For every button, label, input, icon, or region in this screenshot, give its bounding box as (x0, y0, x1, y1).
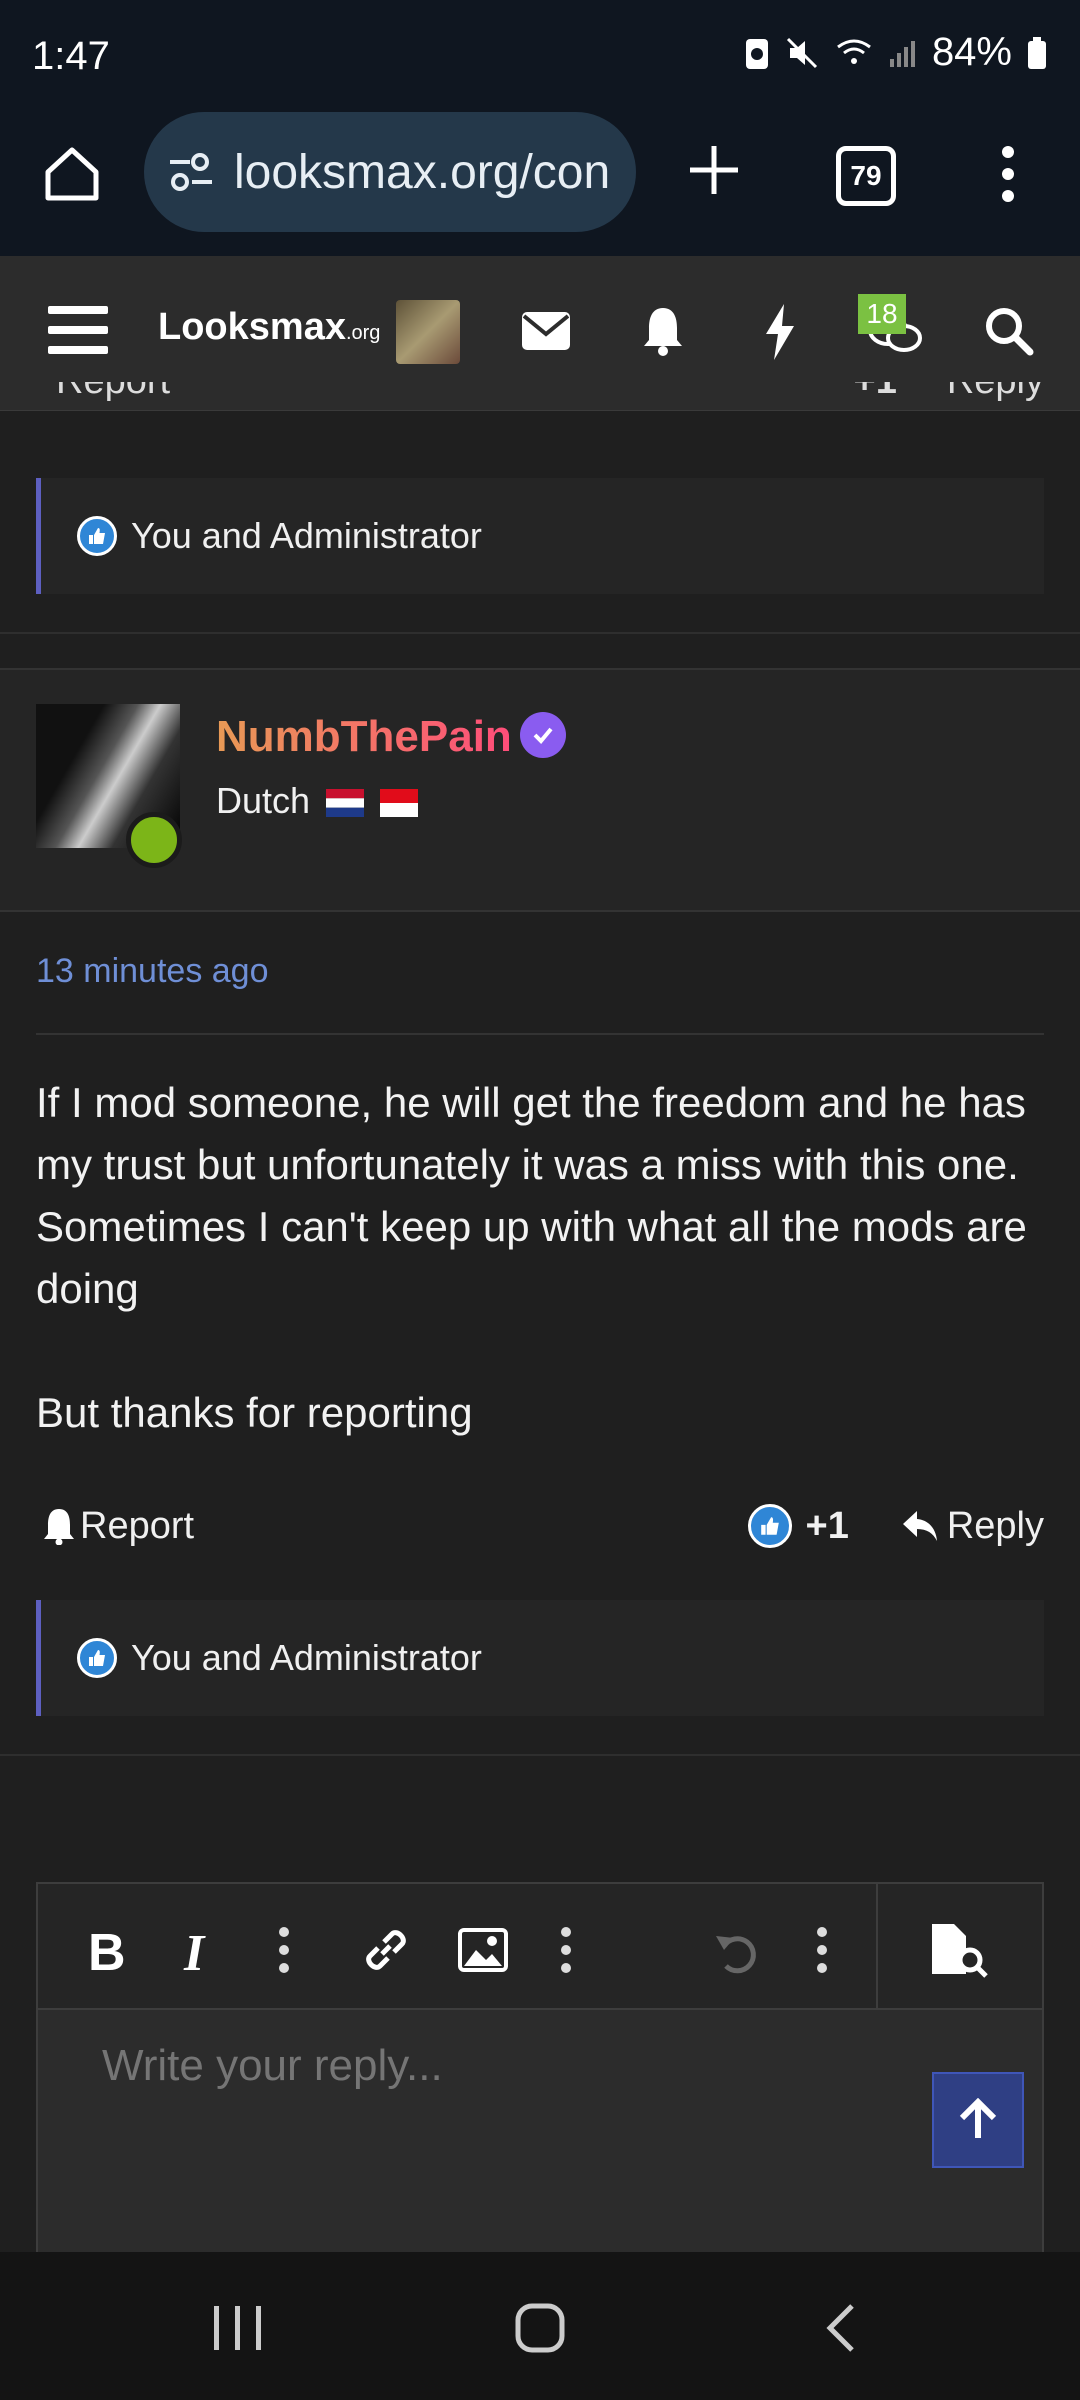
search-icon[interactable] (984, 306, 1034, 356)
post-divider (0, 632, 1080, 634)
svg-text:I: I (183, 1926, 206, 1976)
reply-link[interactable]: Reply (947, 1505, 1044, 1548)
new-tab-icon[interactable] (686, 142, 742, 198)
whats-new-bolt-icon[interactable] (762, 304, 798, 360)
previous-reply-link[interactable]: Reply (947, 382, 1044, 403)
battery-percent: 84% (931, 30, 1012, 74)
url-text[interactable]: looksmax.org/con (234, 145, 610, 200)
home-button-icon[interactable] (514, 2302, 566, 2354)
user-title: Dutch (216, 780, 419, 822)
address-bar[interactable]: looksmax.org/con (144, 112, 636, 232)
previous-post-actions: Report +1 Reply (36, 382, 1044, 410)
preview-icon[interactable] (928, 1922, 992, 1978)
username-link[interactable]: NumbThePain (216, 712, 512, 762)
like-thumb-icon (77, 516, 117, 556)
undo-icon[interactable] (712, 1926, 762, 1976)
more-formatting-icon[interactable] (274, 1924, 294, 1976)
back-icon[interactable] (822, 2302, 858, 2354)
toolbar-separator (876, 1884, 878, 2008)
svg-text:B: B (88, 1926, 126, 1976)
arrow-up-icon (959, 2098, 997, 2138)
logo-text: Looksmax (158, 306, 346, 348)
likes-text: You and Administrator (131, 1637, 482, 1678)
bold-icon[interactable]: B (86, 1926, 126, 1976)
recent-apps-icon[interactable] (210, 2304, 266, 2352)
battery-icon (1028, 36, 1046, 69)
netherlands-flag-icon (326, 789, 365, 818)
scroll-to-top-button[interactable] (932, 2072, 1024, 2168)
hamburger-menu-icon[interactable] (48, 304, 108, 356)
report-bell-icon[interactable] (42, 1507, 76, 1545)
likes-summary[interactable]: You and Administrator (36, 1600, 1044, 1716)
insert-image-icon[interactable] (458, 1928, 508, 1972)
verified-badge-icon (520, 712, 566, 758)
like-count[interactable]: +1 (806, 1505, 849, 1548)
indonesia-flag-icon (380, 789, 419, 818)
post-divider (0, 1754, 1080, 1756)
online-status-indicator (126, 812, 182, 868)
reply-input[interactable] (100, 2040, 904, 2092)
post-paragraph: But thanks for reporting (36, 1389, 473, 1436)
more-menu-icon[interactable] (994, 144, 1022, 204)
post-paragraph: If I mod someone, he will get the freedo… (36, 1079, 1027, 1312)
previous-like-count[interactable]: +1 (854, 382, 897, 403)
signal-icon (889, 40, 915, 67)
battery-saver-icon (745, 38, 768, 69)
inbox-icon[interactable] (522, 312, 570, 350)
italic-icon[interactable]: I (180, 1926, 220, 1976)
status-time: 1:47 (32, 34, 110, 78)
likes-text: You and Administrator (131, 515, 482, 556)
insert-link-icon[interactable] (360, 1924, 412, 1976)
more-options-icon[interactable] (812, 1924, 832, 1976)
user-title-text: Dutch (216, 780, 311, 821)
previous-likes-summary[interactable]: You and Administrator (36, 478, 1044, 594)
like-thumb-icon[interactable] (747, 1504, 792, 1548)
reply-arrow-icon[interactable] (901, 1509, 939, 1543)
report-link[interactable]: Report (80, 1505, 194, 1548)
notification-badge: 18 (858, 294, 906, 334)
previous-report-link[interactable]: Report (56, 382, 170, 403)
post-body: If I mod someone, he will get the freedo… (36, 1072, 1044, 1506)
account-avatar[interactable] (396, 300, 460, 364)
site-settings-icon[interactable] (166, 150, 216, 194)
meta-divider (36, 1033, 1044, 1035)
tab-switcher-button[interactable]: 79 (836, 146, 896, 206)
home-icon[interactable] (40, 142, 104, 206)
post-actions: Report +1 Reply (36, 1496, 1044, 1556)
like-thumb-icon (77, 1638, 117, 1678)
logo-suffix: .org (345, 322, 381, 344)
mute-icon (786, 37, 817, 68)
status-icons: 84% (744, 30, 1048, 75)
wifi-icon (837, 39, 871, 64)
more-insert-icon[interactable] (556, 1924, 576, 1976)
alerts-bell-icon[interactable] (642, 306, 684, 356)
post-timestamp[interactable]: 13 minutes ago (36, 952, 269, 991)
site-logo[interactable]: Looksmax.org (158, 306, 380, 349)
